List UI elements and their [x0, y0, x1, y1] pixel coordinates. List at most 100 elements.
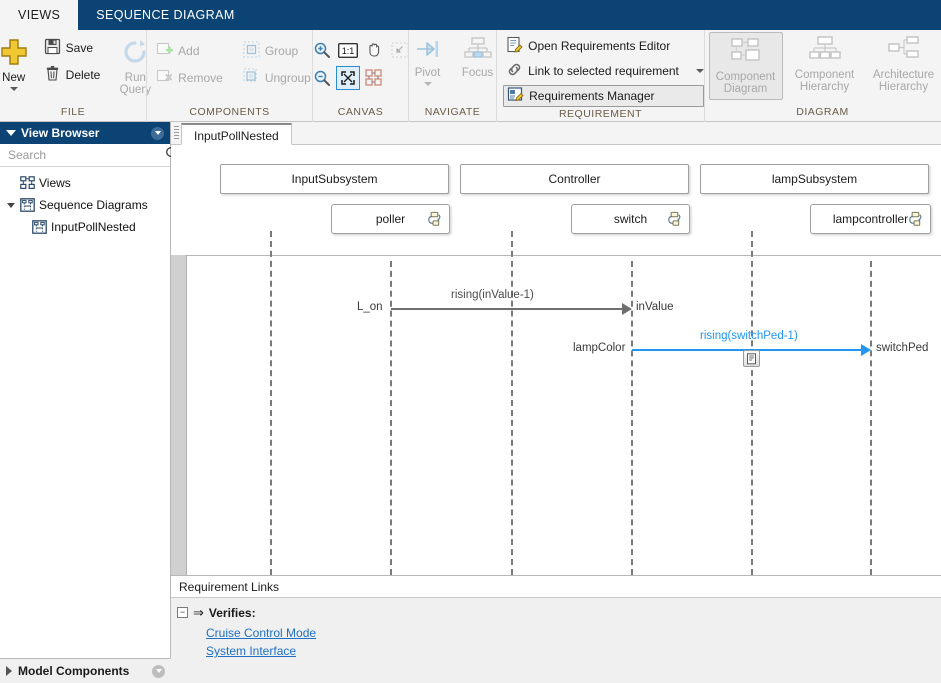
function-box-lampcontroller[interactable]: lampcontroller	[810, 204, 931, 234]
function-label: poller	[375, 212, 406, 226]
model-components-panel-header[interactable]: Model Components	[0, 658, 171, 683]
new-label: New	[2, 72, 26, 84]
zoom-out-icon[interactable]	[310, 66, 334, 90]
function-box-poller[interactable]: poller	[331, 204, 450, 234]
component-box-controller[interactable]: Controller	[460, 164, 689, 194]
pivot-button: Pivot	[405, 34, 451, 86]
message-target-label: inValue	[636, 301, 674, 313]
group-label-navigate: NAVIGATE	[424, 106, 481, 118]
requirements-manager-button[interactable]: Requirements Manager	[503, 85, 704, 107]
ungroup-button: Ungroup	[240, 67, 314, 89]
tree-item-views[interactable]: Views	[0, 172, 170, 194]
group-button: Group	[240, 40, 314, 62]
view-browser-header: View Browser	[0, 122, 170, 144]
ribbon-group-diagram: Component Diagram Component Hierarchy Ar…	[704, 30, 940, 122]
tree-label-inputpollnested: InputPollNested	[51, 220, 136, 234]
function-box-switch[interactable]: switch	[571, 204, 690, 234]
requirement-link-cruise-control-mode[interactable]: Cruise Control Mode	[206, 626, 941, 640]
message-label: rising(inValue-1)	[451, 289, 534, 301]
message-source-label: L_on	[357, 301, 383, 313]
save-button[interactable]: Save	[41, 37, 104, 59]
sequence-diagram-canvas[interactable]: InputSubsystem Controller lampSubsystem …	[171, 145, 941, 575]
collapse-box-icon[interactable]: −	[177, 607, 188, 618]
view-browser-panel: View Browser Search Views Sequence Diagr…	[0, 122, 180, 683]
message-label: rising(switchPed-1)	[700, 330, 798, 342]
component-diagram-label: Component Diagram	[715, 71, 776, 95]
expander-icon[interactable]	[4, 202, 18, 208]
tree-label-views: Views	[39, 176, 71, 190]
ribbon-group-requirement: Open Requirements Editor Link to selecte…	[496, 30, 704, 122]
sequence-diagram-icon	[18, 198, 36, 212]
verifies-arrow-icon: ⇒	[193, 605, 204, 620]
ribbon-tabstrip: VIEWS SEQUENCE DIAGRAM	[0, 0, 941, 30]
requirement-links-panel: Requirement Links − ⇒ Verifies: Cruise C…	[171, 575, 941, 683]
tree-item-inputpollnested[interactable]: InputPollNested	[0, 216, 170, 238]
panel-options-icon[interactable]	[151, 126, 164, 140]
new-dropdown-caret[interactable]	[9, 87, 18, 91]
ribbon-group-navigate: Pivot Focus NAVIGATE	[408, 30, 496, 122]
ribbon-group-canvas: 1:1 CANVAS	[312, 30, 408, 122]
add-component-icon	[156, 41, 174, 61]
requirement-group-label: Verifies:	[208, 605, 256, 620]
group-label: Group	[264, 44, 299, 58]
ungroup-icon	[243, 68, 260, 88]
tab-gripper-icon[interactable]	[171, 121, 181, 144]
architecture-hierarchy-button: Architecture Hierarchy	[867, 32, 941, 93]
view-browser-title: View Browser	[21, 126, 100, 140]
fit-to-view-icon[interactable]	[335, 66, 360, 90]
component-box-lampsubsystem[interactable]: lampSubsystem	[700, 164, 929, 194]
zoom-in-icon[interactable]	[310, 38, 334, 62]
component-hierarchy-icon	[808, 34, 842, 67]
remove-label: Remove	[178, 71, 223, 85]
component-box-inputsubsystem[interactable]: InputSubsystem	[220, 164, 449, 194]
group-label-canvas: CANVAS	[337, 106, 384, 118]
svg-text:1:1: 1:1	[341, 46, 354, 56]
sequence-diagram-icon	[30, 220, 48, 234]
architecture-hierarchy-label: Architecture Hierarchy	[872, 69, 935, 93]
requirement-group-verifies[interactable]: − ⇒ Verifies:	[177, 603, 941, 622]
search-input[interactable]	[6, 147, 165, 163]
requirement-links-title: Requirement Links	[179, 579, 280, 594]
requirement-links-header: Requirement Links	[171, 576, 941, 598]
add-label: Add	[178, 44, 200, 58]
component-hierarchy-label: Component Hierarchy	[794, 69, 855, 93]
pan-icon[interactable]	[362, 38, 386, 62]
link-to-selected-requirement-button[interactable]: Link to selected requirement	[503, 60, 704, 82]
focus-icon	[463, 36, 493, 65]
component-diagram-icon	[729, 36, 763, 69]
tree-item-sequence-diagrams[interactable]: Sequence Diagrams	[0, 194, 170, 216]
layout-icon[interactable]	[362, 66, 386, 90]
pivot-icon	[413, 36, 443, 65]
model-components-title: Model Components	[18, 664, 130, 678]
expand-triangle-icon[interactable]	[6, 666, 12, 676]
tab-sequence-diagram[interactable]: SEQUENCE DIAGRAM	[78, 0, 252, 30]
ribbon-group-components: Add Remove Group Ungroup COMPONENTS	[146, 30, 312, 122]
requirements-manager-label: Requirements Manager	[529, 89, 655, 103]
canvas-gutter	[171, 255, 187, 575]
requirement-link-badge-icon[interactable]	[743, 350, 760, 367]
component-diagram-button: Component Diagram	[708, 32, 783, 100]
message-arrowhead-icon	[622, 303, 632, 315]
function-label: switch	[613, 212, 648, 226]
open-requirements-editor-label: Open Requirements Editor	[528, 39, 671, 53]
model-components-options-icon[interactable]	[152, 664, 165, 678]
tab-views[interactable]: VIEWS	[0, 0, 79, 30]
requirement-link-system-interface[interactable]: System Interface	[206, 644, 941, 658]
group-label-file: FILE	[60, 106, 86, 118]
document-tab-inputpollnested[interactable]: InputPollNested	[181, 123, 292, 145]
group-label-requirement: REQUIREMENT	[558, 108, 643, 120]
focus-button: Focus	[455, 34, 501, 79]
group-label-diagram: DIAGRAM	[796, 106, 849, 118]
architecture-hierarchy-icon	[887, 34, 921, 67]
new-button[interactable]: New	[0, 35, 37, 91]
application-window: VIEWS SEQUENCE DIAGRAM New Save Delete R…	[0, 0, 941, 683]
open-requirements-editor-button[interactable]: Open Requirements Editor	[503, 35, 704, 57]
remove-component-icon	[156, 68, 173, 88]
zoom-100-icon[interactable]: 1:1	[336, 38, 360, 62]
save-icon	[44, 38, 61, 58]
component-label: Controller	[548, 172, 601, 186]
link-dropdown-caret[interactable]	[695, 69, 704, 73]
delete-button[interactable]: Delete	[41, 64, 104, 86]
message-line	[391, 308, 624, 310]
collapse-triangle-icon[interactable]	[6, 130, 16, 136]
